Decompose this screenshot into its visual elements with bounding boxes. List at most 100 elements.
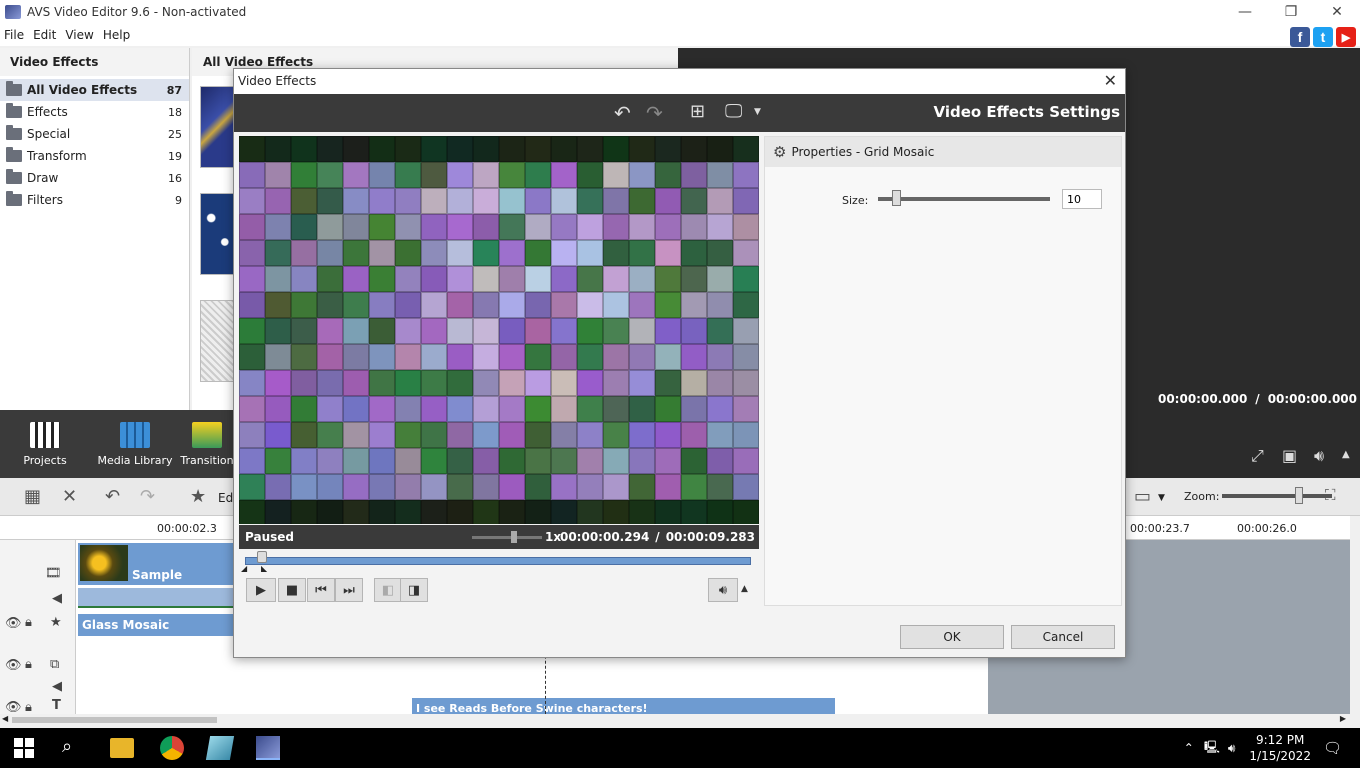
menu-edit[interactable]: Edit: [29, 28, 61, 42]
visibility-eye-icon[interactable]: 👁︎: [5, 658, 22, 673]
volume-button[interactable]: 🔊︎: [708, 578, 738, 602]
vertical-scrollbar[interactable]: [1350, 516, 1360, 726]
clock[interactable]: 9:12 PM 1/15/2022: [1249, 732, 1311, 764]
zoom-slider[interactable]: [1222, 494, 1332, 498]
mosaic-tile: [343, 396, 369, 422]
video-clip[interactable]: Sample: [78, 543, 234, 585]
size-input[interactable]: [1062, 189, 1102, 209]
marker-end-icon[interactable]: ◣: [261, 564, 267, 573]
size-slider[interactable]: [878, 197, 1050, 201]
menu-help[interactable]: Help: [99, 28, 135, 42]
mark-out-button[interactable]: ◨: [400, 578, 428, 602]
close-button[interactable]: ✕: [1314, 0, 1360, 24]
redo-icon[interactable]: ↷: [646, 101, 663, 125]
visibility-eye-icon[interactable]: 👁︎: [5, 700, 22, 715]
speaker-icon[interactable]: 🔊︎: [1228, 741, 1236, 756]
media-library-button[interactable]: Media Library: [90, 410, 180, 478]
redo-icon[interactable]: ↷: [140, 486, 155, 507]
audio-mute-icon[interactable]: ◀: [52, 591, 62, 606]
volume-arrow-icon[interactable]: ▲: [741, 584, 748, 594]
menu-file[interactable]: File: [0, 28, 29, 42]
category-all-video-effects[interactable]: All Video Effects 87: [0, 79, 189, 101]
mosaic-tile: [369, 266, 395, 292]
avs-video-editor-taskbar-icon[interactable]: [256, 736, 280, 760]
mosaic-tile: [265, 292, 291, 318]
youtube-icon[interactable]: ▶: [1336, 27, 1356, 47]
marker-start-icon[interactable]: ◢: [241, 564, 247, 573]
category-draw[interactable]: Draw 16: [0, 167, 189, 189]
mosaic-tile: [525, 292, 551, 318]
effect-thumbnail[interactable]: [200, 300, 236, 382]
horizontal-scrollbar[interactable]: ◀ ▶: [0, 714, 1350, 726]
dialog-close-button[interactable]: ✕: [1104, 71, 1117, 90]
effect-thumbnail[interactable]: [200, 86, 236, 168]
grid-icon[interactable]: ⊞: [690, 101, 705, 122]
dialog-titlebar: Video Effects ✕: [234, 69, 1125, 94]
minimize-button[interactable]: —: [1222, 0, 1268, 24]
category-transform[interactable]: Transform 19: [0, 145, 189, 167]
scrollbar-thumb[interactable]: [12, 717, 217, 723]
edit-effect-icon[interactable]: ★: [190, 486, 206, 507]
mosaic-tile: [681, 474, 707, 500]
projects-button[interactable]: Projects: [0, 410, 90, 478]
display-mode-icon[interactable]: ▭: [1134, 486, 1151, 507]
search-icon[interactable]: ⌕: [62, 736, 86, 760]
category-special[interactable]: Special 25: [0, 123, 189, 145]
chrome-icon[interactable]: [160, 736, 184, 760]
volume-arrow-icon[interactable]: ▲: [1342, 449, 1350, 460]
speed-slider[interactable]: [472, 536, 542, 539]
mark-in-button[interactable]: ◧: [374, 578, 402, 602]
category-count: 25: [168, 127, 182, 141]
display-mode-dropdown-icon[interactable]: ▼: [1158, 493, 1165, 503]
visibility-eye-icon[interactable]: 👁︎: [5, 616, 22, 631]
speed-slider-handle[interactable]: [511, 531, 517, 543]
volume-icon[interactable]: 🔊︎: [1314, 446, 1324, 466]
storyboard-icon[interactable]: ▦: [24, 486, 41, 507]
monitor-dropdown-icon[interactable]: ▼: [754, 107, 761, 117]
monitor-icon[interactable]: 🖵︎: [725, 101, 742, 122]
zoom-slider-handle[interactable]: [1295, 487, 1303, 504]
fullscreen-icon[interactable]: ⤢: [1251, 446, 1264, 466]
ok-button[interactable]: OK: [900, 625, 1004, 649]
play-button[interactable]: ▶: [246, 578, 276, 602]
menu-view[interactable]: View: [61, 28, 98, 42]
ruler-tick-label: 00:00:26.0: [1237, 522, 1297, 535]
lock-icon[interactable]: 🔒︎: [25, 700, 32, 715]
text-clip[interactable]: I see Reads Before Swine characters!: [412, 698, 835, 714]
network-icon[interactable]: 🖳︎: [1204, 738, 1220, 759]
seek-bar[interactable]: [245, 557, 751, 565]
mosaic-tile: [499, 292, 525, 318]
facebook-icon[interactable]: f: [1290, 27, 1310, 47]
audio-clip[interactable]: [78, 588, 234, 608]
mosaic-tile: [551, 240, 577, 266]
category-effects[interactable]: Effects 18: [0, 101, 189, 123]
mosaic-tile: [447, 500, 473, 524]
app-icon[interactable]: [205, 736, 235, 760]
delete-icon[interactable]: ✕: [62, 486, 77, 507]
audio-mute-icon[interactable]: ◀: [52, 679, 62, 694]
notifications-icon[interactable]: 🗨︎: [1323, 739, 1342, 757]
tray-expand-icon[interactable]: ⌃: [1184, 741, 1194, 755]
effect-clip[interactable]: Glass Mosaic: [78, 614, 234, 636]
cancel-button[interactable]: Cancel: [1011, 625, 1115, 649]
stop-button[interactable]: ■: [278, 578, 306, 602]
effect-thumbnail[interactable]: [200, 193, 236, 275]
seek-bar-handle[interactable]: [257, 551, 267, 563]
file-explorer-icon[interactable]: [110, 738, 134, 758]
snapshot-icon[interactable]: ▣: [1282, 446, 1297, 465]
next-frame-button[interactable]: ⏭︎: [335, 578, 363, 602]
size-slider-handle[interactable]: [892, 190, 901, 206]
undo-icon[interactable]: ↶: [614, 101, 631, 125]
lock-icon[interactable]: 🔒︎: [25, 615, 32, 630]
scroll-left-icon[interactable]: ◀: [2, 714, 8, 723]
twitter-icon[interactable]: t: [1313, 27, 1333, 47]
mosaic-tile: [655, 448, 681, 474]
windows-start-icon[interactable]: [14, 738, 34, 758]
previous-frame-button[interactable]: ⏮︎: [307, 578, 335, 602]
category-filters[interactable]: Filters 9: [0, 189, 189, 211]
maximize-button[interactable]: ❐: [1268, 0, 1314, 24]
lock-icon[interactable]: 🔒︎: [25, 657, 32, 672]
transitions-button[interactable]: Transition: [180, 410, 234, 478]
undo-icon[interactable]: ↶: [105, 486, 120, 507]
scroll-right-icon[interactable]: ▶: [1340, 714, 1346, 723]
